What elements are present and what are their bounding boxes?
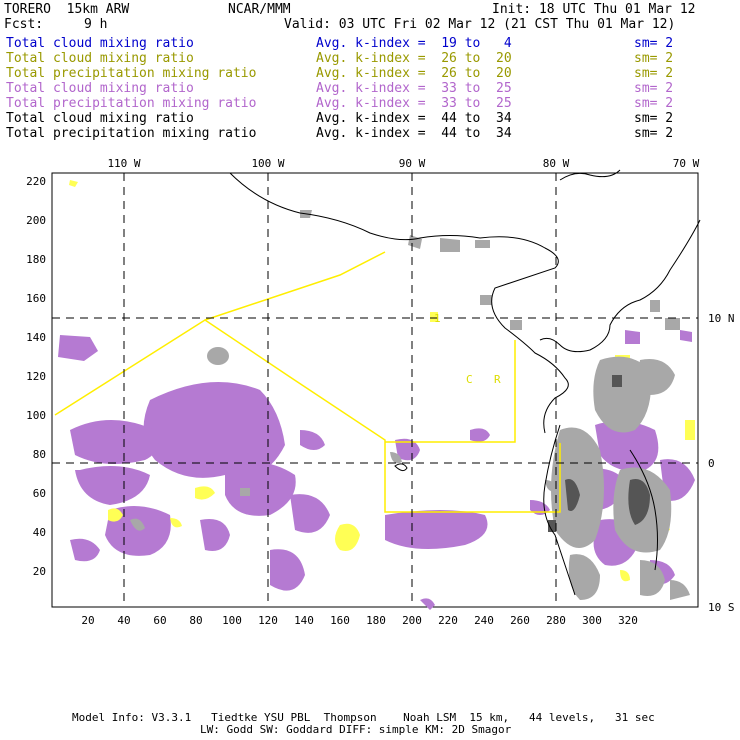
x-tick-label: 140 xyxy=(294,614,314,627)
x-tick-label: 320 xyxy=(618,614,638,627)
x-tick-label: 280 xyxy=(546,614,566,627)
x-tick-label: 20 xyxy=(81,614,94,627)
lat-label: 10 N xyxy=(708,312,735,325)
y-tick-label: 120 xyxy=(26,370,46,383)
x-tick-label: 120 xyxy=(258,614,278,627)
y-tick-label: 100 xyxy=(26,409,46,422)
lat-label: 10 S xyxy=(708,601,735,614)
latitude-labels: 10 N 0 10 S xyxy=(708,312,735,614)
y-tick-label: 80 xyxy=(33,448,46,461)
lon-label: 70 W xyxy=(673,157,700,170)
annotation-label: C xyxy=(466,373,473,386)
longitude-labels: 110 W 100 W 90 W 80 W 70 W xyxy=(107,157,699,170)
x-tick-label: 200 xyxy=(402,614,422,627)
x-tick-label: 300 xyxy=(582,614,602,627)
y-tick-label: 160 xyxy=(26,292,46,305)
lon-label: 100 W xyxy=(251,157,284,170)
forecast-map: 110 W 100 W 90 W 80 W 70 W 10 N 0 10 S 2… xyxy=(26,157,735,627)
y-tick-label: 60 xyxy=(33,487,46,500)
x-tick-label: 100 xyxy=(222,614,242,627)
y-tick-label: 140 xyxy=(26,331,46,344)
y-axis-ticks: 220 200 180 160 140 120 100 80 60 40 20 xyxy=(26,175,46,578)
x-axis-ticks: 20 40 60 80 100 120 140 160 180 200 220 … xyxy=(81,614,638,627)
x-tick-label: 220 xyxy=(438,614,458,627)
y-tick-label: 220 xyxy=(26,175,46,188)
y-tick-label: 20 xyxy=(33,565,46,578)
x-tick-label: 60 xyxy=(153,614,166,627)
x-tick-label: 260 xyxy=(510,614,530,627)
annotation-label: R xyxy=(494,373,501,386)
lon-label: 90 W xyxy=(399,157,426,170)
lon-label: 110 W xyxy=(107,157,140,170)
lat-label: 0 xyxy=(708,457,715,470)
y-tick-label: 180 xyxy=(26,253,46,266)
x-tick-label: 240 xyxy=(474,614,494,627)
annotation-label: 1 xyxy=(434,312,441,325)
lon-label: 80 W xyxy=(543,157,570,170)
x-tick-label: 80 xyxy=(189,614,202,627)
x-tick-label: 180 xyxy=(366,614,386,627)
y-tick-label: 40 xyxy=(33,526,46,539)
footer-physics-info: LW: Godd SW: Goddard DIFF: simple KM: 2D… xyxy=(200,723,512,736)
x-tick-label: 40 xyxy=(117,614,130,627)
y-tick-label: 200 xyxy=(26,214,46,227)
x-tick-label: 160 xyxy=(330,614,350,627)
